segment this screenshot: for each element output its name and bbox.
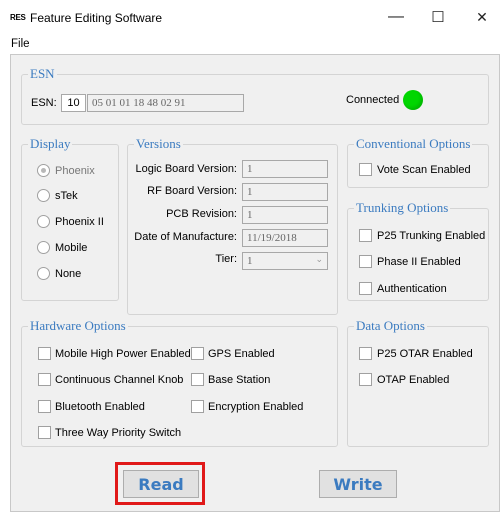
phase-ii-checkbox[interactable]: [359, 255, 372, 268]
tier-select[interactable]: 1 ⌄: [242, 252, 328, 270]
menu-file[interactable]: File: [11, 38, 30, 50]
encryption-label: Encryption Enabled: [208, 401, 304, 413]
vote-scan-label: Vote Scan Enabled: [377, 164, 471, 176]
radio-phoenix-ii[interactable]: [37, 215, 50, 228]
main-panel: ESN ESN: 10 05 01 01 18 48 02 91 Connect…: [10, 54, 500, 512]
rf-board-field[interactable]: 1: [242, 183, 328, 201]
esn-legend: ESN: [28, 66, 57, 82]
p25-trunking-label: P25 Trunking Enabled: [377, 230, 486, 242]
display-legend: Display: [28, 136, 73, 152]
base-station-label: Base Station: [208, 374, 271, 386]
bluetooth-checkbox[interactable]: [38, 400, 51, 413]
p25-otar-checkbox[interactable]: [359, 347, 372, 360]
read-button-highlight: [115, 462, 205, 505]
date-of-manufacture-field[interactable]: 11/19/2018: [242, 229, 328, 247]
versions-legend: Versions: [134, 136, 183, 152]
bluetooth-label: Bluetooth Enabled: [55, 401, 145, 413]
chevron-down-icon: ⌄: [315, 254, 323, 264]
phase-ii-label: Phase II Enabled: [377, 256, 461, 268]
menu-bar: [0, 36, 504, 54]
maximize-button[interactable]: ☐: [419, 4, 457, 30]
minimize-button[interactable]: —: [377, 4, 415, 30]
continuous-channel-knob-label: Continuous Channel Knob: [55, 374, 184, 386]
mobile-high-power-checkbox[interactable]: [38, 347, 51, 360]
hardware-options-legend: Hardware Options: [28, 318, 128, 334]
radio-phoenix-ii-label: Phoenix II: [55, 216, 104, 228]
authentication-label: Authentication: [377, 283, 447, 295]
radio-phoenix-label: Phoenix: [55, 165, 95, 177]
three-way-priority-checkbox[interactable]: [38, 426, 51, 439]
radio-phoenix[interactable]: [37, 164, 50, 177]
radio-mobile[interactable]: [37, 241, 50, 254]
otap-label: OTAP Enabled: [377, 374, 450, 386]
logic-board-label: Logic Board Version:: [135, 163, 237, 175]
encryption-checkbox[interactable]: [191, 400, 204, 413]
date-of-manufacture-label: Date of Manufacture:: [134, 231, 237, 243]
close-button[interactable]: ✕: [463, 4, 501, 30]
authentication-checkbox[interactable]: [359, 282, 372, 295]
pcb-revision-label: PCB Revision:: [166, 208, 237, 220]
radio-none-label: None: [55, 268, 82, 280]
vote-scan-checkbox[interactable]: [359, 163, 372, 176]
logic-board-field[interactable]: 1: [242, 160, 328, 178]
esn-label: ESN:: [31, 97, 57, 109]
radio-stek-label: sTek: [55, 190, 78, 202]
otap-checkbox[interactable]: [359, 373, 372, 386]
p25-trunking-checkbox[interactable]: [359, 229, 372, 242]
p25-otar-label: P25 OTAR Enabled: [377, 348, 473, 360]
mobile-high-power-label: Mobile High Power Enabled: [55, 348, 191, 360]
conventional-options-legend: Conventional Options: [354, 136, 473, 152]
gps-checkbox[interactable]: [191, 347, 204, 360]
connected-label: Connected: [346, 94, 400, 106]
data-options-group: Data Options: [347, 318, 489, 447]
three-way-priority-label: Three Way Priority Switch: [55, 427, 182, 439]
continuous-channel-knob-checkbox[interactable]: [38, 373, 51, 386]
tier-select-value: 1: [247, 255, 253, 267]
connection-status-indicator: [403, 90, 423, 110]
base-station-checkbox[interactable]: [191, 373, 204, 386]
tier-label: Tier:: [215, 253, 237, 265]
write-button[interactable]: Write: [319, 470, 397, 498]
window-title: Feature Editing Software: [30, 11, 163, 25]
data-options-legend: Data Options: [354, 318, 427, 334]
radio-mobile-label: Mobile: [55, 242, 88, 254]
gps-label: GPS Enabled: [208, 348, 275, 360]
esn-length-field[interactable]: 10: [61, 94, 86, 112]
app-logo-icon: RES: [10, 13, 26, 22]
radio-stek[interactable]: [37, 189, 50, 202]
rf-board-label: RF Board Version:: [147, 185, 237, 197]
esn-value-field[interactable]: 05 01 01 18 48 02 91: [87, 94, 244, 112]
trunking-options-legend: Trunking Options: [354, 200, 451, 216]
pcb-revision-field[interactable]: 1: [242, 206, 328, 224]
radio-none[interactable]: [37, 267, 50, 280]
